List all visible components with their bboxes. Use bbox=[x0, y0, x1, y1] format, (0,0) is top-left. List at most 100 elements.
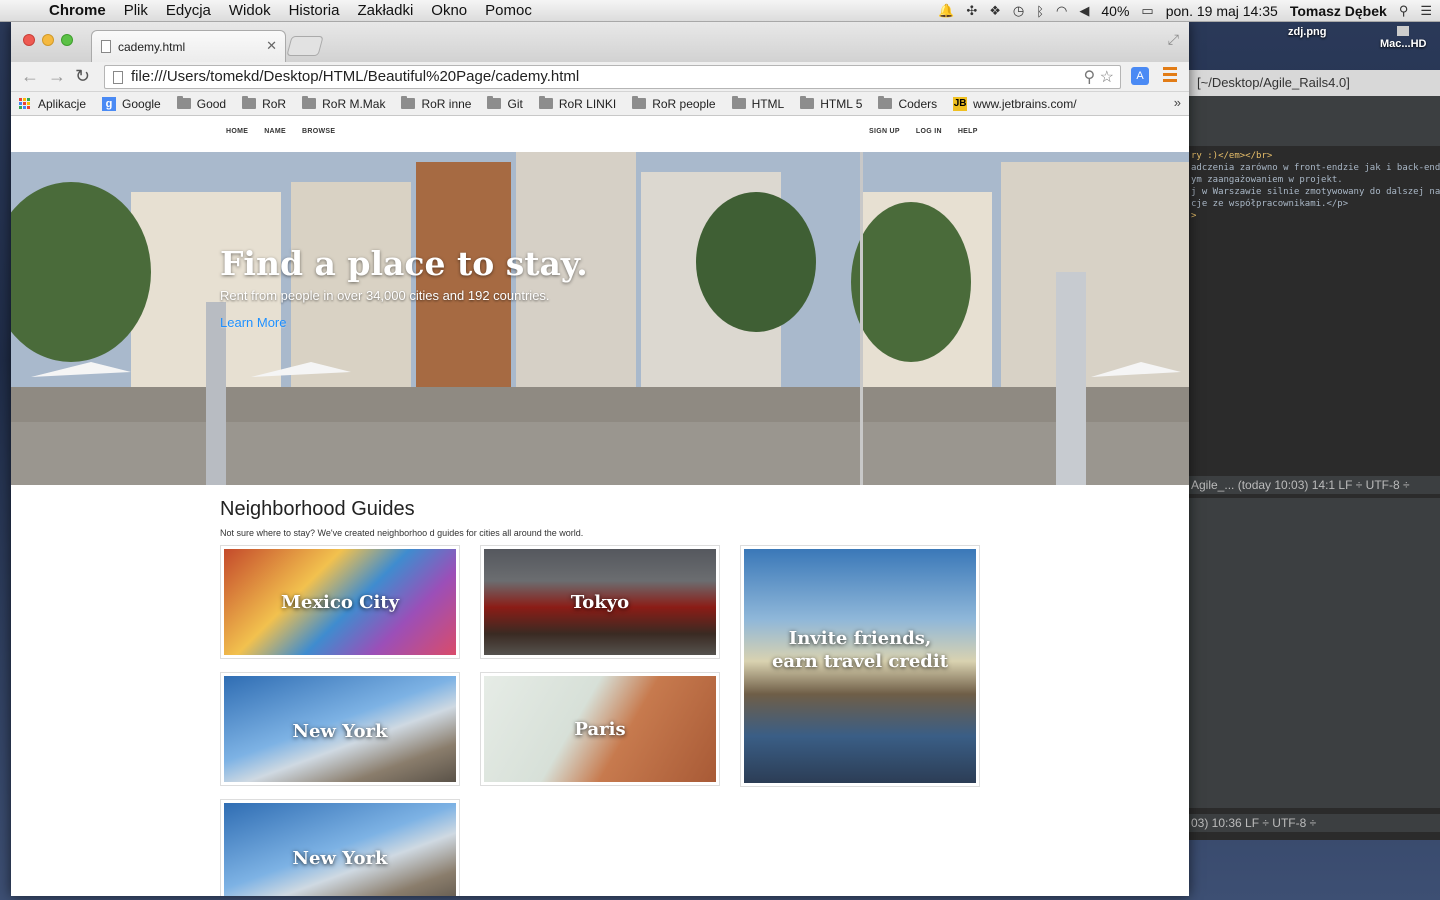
desktop-file-zdj[interactable]: zdj.png bbox=[1288, 26, 1327, 38]
time-machine-icon[interactable]: ◷ bbox=[1013, 3, 1024, 19]
user-name[interactable]: Tomasz Dębek bbox=[1290, 3, 1387, 19]
omnibox-tools: ⚲ ☆ bbox=[1083, 67, 1114, 87]
menu-file[interactable]: Plik bbox=[115, 2, 157, 19]
ide-tabbar bbox=[1189, 96, 1440, 146]
nav-sign-up[interactable]: SIGN UP bbox=[869, 128, 900, 135]
battery-percent[interactable]: 40% bbox=[1101, 3, 1129, 19]
notification-icon[interactable]: 🔔 bbox=[938, 3, 954, 19]
invite-friends-card[interactable]: Invite friends, earn travel credit bbox=[740, 545, 980, 787]
guide-card-new-york-2[interactable]: New York bbox=[220, 799, 460, 896]
bookmark-folder[interactable]: RoR LINKI bbox=[538, 96, 616, 111]
guides-subtitle: Not sure where to stay? We've created ne… bbox=[220, 528, 584, 538]
guide-card-paris[interactable]: Paris bbox=[480, 672, 720, 786]
star-icon[interactable]: ☆ bbox=[1100, 69, 1114, 86]
learn-more-link[interactable]: Learn More bbox=[220, 315, 286, 330]
bluetooth-icon[interactable]: ᛒ bbox=[1036, 4, 1044, 19]
bookmark-folder[interactable]: RoR M.Mak bbox=[302, 96, 385, 111]
drive-icon bbox=[1397, 26, 1410, 36]
bookmark-folder[interactable]: Coders bbox=[878, 96, 937, 111]
guide-image: Tokyo bbox=[484, 549, 716, 655]
invite-line-2: earn travel credit bbox=[771, 651, 949, 672]
browser-tab[interactable]: cademy.html ✕ bbox=[91, 30, 286, 62]
nav-name[interactable]: NAME bbox=[264, 128, 286, 135]
back-icon[interactable]: ← bbox=[21, 66, 39, 87]
bookmark-folder[interactable]: Git bbox=[487, 96, 523, 111]
ide-code[interactable]: ry :)</em></br> adczenia zarówno w front… bbox=[1189, 146, 1440, 222]
translate-extension-icon[interactable]: A bbox=[1131, 67, 1149, 85]
menu-history[interactable]: Historia bbox=[280, 2, 349, 19]
guide-card-tokyo[interactable]: Tokyo bbox=[480, 545, 720, 659]
chrome-menu-icon[interactable] bbox=[1163, 67, 1177, 83]
menu-window[interactable]: Okno bbox=[422, 2, 476, 19]
bookmarks-bar: Aplikacje g Google Good RoR RoR M.Mak RoR… bbox=[11, 92, 1189, 116]
menu-help[interactable]: Pomoc bbox=[476, 2, 541, 19]
close-window-icon[interactable] bbox=[23, 34, 35, 46]
folder-icon bbox=[731, 96, 746, 109]
new-tab-button[interactable] bbox=[286, 36, 324, 56]
fullscreen-icon[interactable]: ⤢ bbox=[1168, 31, 1179, 48]
code-line: j w Warszawie silnie zmotywowany do dals… bbox=[1191, 187, 1440, 197]
reload-icon[interactable]: ↻ bbox=[75, 66, 90, 87]
guide-image: New York bbox=[224, 803, 456, 896]
nav-browse[interactable]: BROWSE bbox=[302, 128, 335, 135]
page-icon bbox=[101, 40, 111, 53]
code-line: ry :)</em></br> bbox=[1191, 151, 1273, 161]
tab-title: cademy.html bbox=[118, 40, 186, 54]
menu-view[interactable]: Widok bbox=[220, 2, 280, 19]
close-tab-icon[interactable]: ✕ bbox=[266, 38, 277, 54]
guide-image: New York bbox=[224, 676, 456, 782]
invite-label: Invite friends, earn travel credit bbox=[744, 627, 976, 673]
code-line: > bbox=[1191, 211, 1197, 221]
bookmark-label: HTML bbox=[751, 96, 785, 111]
search-icon[interactable]: ⚲ bbox=[1083, 69, 1095, 86]
more-bookmarks-icon[interactable]: » bbox=[1174, 95, 1181, 110]
sync-icon[interactable]: ✣ bbox=[966, 3, 977, 19]
battery-icon[interactable]: ▭ bbox=[1141, 3, 1153, 19]
guide-label: New York bbox=[292, 721, 388, 742]
hero-photo bbox=[11, 152, 1189, 485]
bookmark-apps[interactable]: Aplikacje bbox=[19, 97, 86, 111]
invite-image: Invite friends, earn travel credit bbox=[744, 549, 976, 783]
address-bar[interactable]: file:///Users/tomekd/Desktop/HTML/Beauti… bbox=[104, 65, 1121, 89]
notification-center-icon[interactable]: ☰ bbox=[1420, 3, 1432, 19]
invite-line-1: Invite friends, bbox=[788, 628, 932, 649]
guides-title: Neighborhood Guides bbox=[220, 498, 415, 520]
menu-app-name[interactable]: Chrome bbox=[40, 2, 115, 19]
google-icon: g bbox=[102, 96, 117, 111]
guide-card-new-york[interactable]: New York bbox=[220, 672, 460, 786]
spotlight-icon[interactable]: ⚲ bbox=[1399, 3, 1409, 19]
nav-home[interactable]: HOME bbox=[226, 128, 248, 135]
guide-card-mexico-city[interactable]: Mexico City bbox=[220, 545, 460, 659]
bookmark-folder[interactable]: RoR bbox=[242, 96, 286, 111]
wifi-icon[interactable]: ◠ bbox=[1056, 3, 1067, 19]
ide-panel bbox=[1189, 498, 1440, 808]
volume-icon[interactable]: ◀ bbox=[1079, 3, 1089, 19]
bookmark-google[interactable]: g Google bbox=[102, 96, 161, 111]
url-text: file:///Users/tomekd/Desktop/HTML/Beauti… bbox=[131, 68, 580, 85]
nav-log-in[interactable]: LOG IN bbox=[916, 128, 942, 135]
menubar-status-area: 🔔 ✣ ❖ ◷ ᛒ ◠ ◀ 40% ▭ pon. 19 maj 14:35 To… bbox=[938, 0, 1432, 22]
forward-icon[interactable]: → bbox=[48, 66, 66, 87]
menu-bookmarks[interactable]: Zakładki bbox=[348, 2, 422, 19]
ide-window: [~/Desktop/Agile_Rails4.0] ry :)</em></b… bbox=[1189, 70, 1440, 840]
bookmark-folder[interactable]: Good bbox=[176, 96, 227, 111]
bookmark-label: RoR inne bbox=[421, 96, 472, 111]
minimize-window-icon[interactable] bbox=[42, 34, 54, 46]
bookmark-jetbrains[interactable]: JB www.jetbrains.com/ bbox=[953, 96, 1077, 111]
bookmark-folder[interactable]: HTML 5 bbox=[800, 96, 863, 111]
nav-help[interactable]: HELP bbox=[958, 128, 978, 135]
guide-label: Mexico City bbox=[280, 592, 400, 613]
bookmark-folder[interactable]: HTML bbox=[731, 96, 785, 111]
folder-icon bbox=[176, 96, 191, 109]
zoom-window-icon[interactable] bbox=[61, 34, 73, 46]
bookmark-folder[interactable]: RoR inne bbox=[401, 96, 472, 111]
clock[interactable]: pon. 19 maj 14:35 bbox=[1166, 3, 1278, 19]
desktop-drive[interactable]: Mac...HD bbox=[1380, 26, 1426, 50]
browser-toolbar: ← → ↻ file:///Users/tomekd/Desktop/HTML/… bbox=[11, 62, 1189, 92]
bookmark-label: Good bbox=[196, 96, 227, 111]
dropbox-icon[interactable]: ❖ bbox=[989, 3, 1001, 19]
bookmark-label: HTML 5 bbox=[820, 96, 863, 111]
menu-edit[interactable]: Edycja bbox=[157, 2, 220, 19]
guide-label: Tokyo bbox=[570, 592, 630, 613]
bookmark-folder[interactable]: RoR people bbox=[632, 96, 716, 111]
